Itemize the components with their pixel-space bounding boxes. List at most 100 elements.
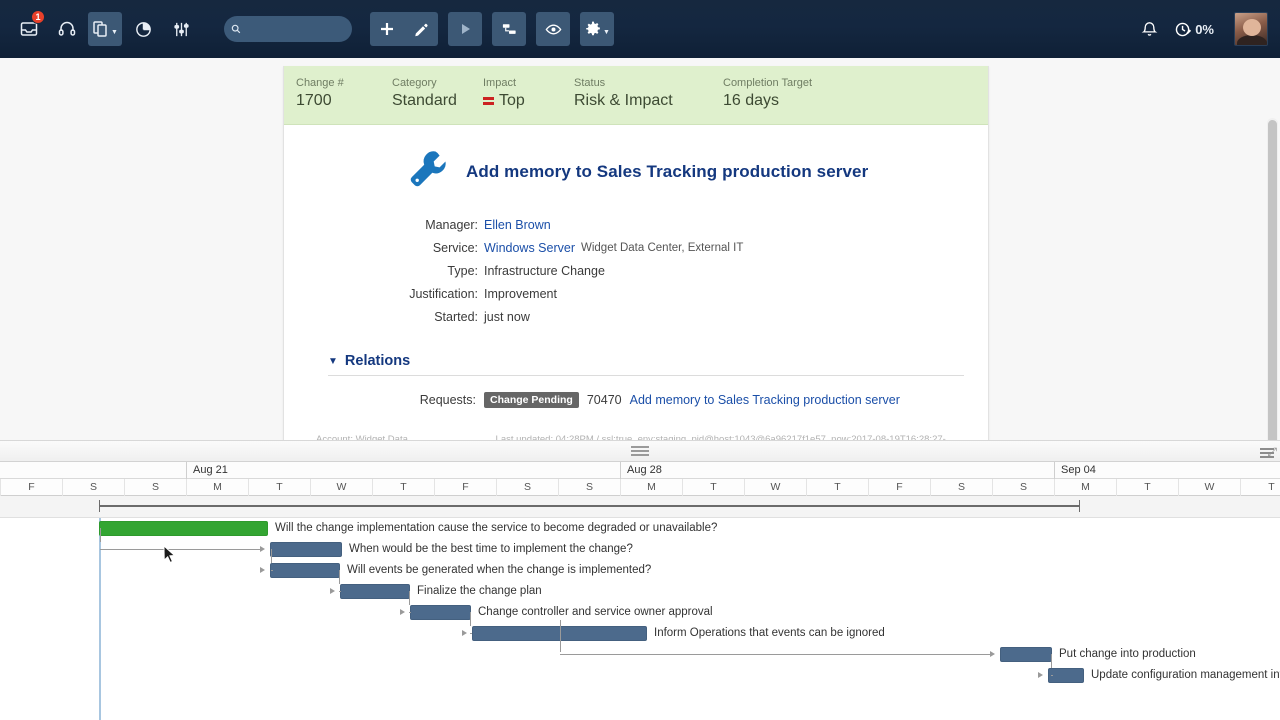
gantt-day-label: F: [434, 479, 496, 496]
notifications-bell-icon[interactable]: [1132, 12, 1166, 46]
dependency-arrow-icon: [400, 609, 405, 615]
search-box[interactable]: [224, 16, 352, 42]
chip-label: Status: [574, 77, 606, 89]
play-button[interactable]: [448, 12, 482, 46]
field-label: Type:: [447, 264, 478, 278]
gantt-task-label: Finalize the change plan: [417, 585, 542, 597]
relations-section-header[interactable]: ▼ Relations: [328, 353, 964, 376]
resize-diagonal-icon[interactable]: ⤢: [1267, 445, 1277, 460]
gantt-day-label: W: [744, 479, 806, 496]
relation-id[interactable]: 70470: [587, 393, 622, 407]
workflow-icon[interactable]: [492, 12, 526, 46]
dependency-line: [100, 549, 260, 550]
dependency-line: [339, 591, 341, 592]
pie-chart-icon[interactable]: [126, 12, 160, 46]
dependency-line: [271, 549, 272, 563]
dependency-line: [271, 570, 273, 571]
gantt-task-label: Will the change implementation cause the…: [275, 522, 718, 534]
dependency-arrow-icon: [462, 630, 467, 636]
field-value-started: just now: [484, 310, 530, 324]
add-button[interactable]: [370, 12, 404, 46]
chip-value: Standard: [392, 92, 457, 109]
gantt-day-label: T: [806, 479, 868, 496]
summary-field-change-number: Change # 1700: [296, 76, 386, 112]
headset-icon[interactable]: [50, 12, 84, 46]
gantt-day-label: S: [124, 479, 186, 496]
sliders-icon[interactable]: [164, 12, 198, 46]
gantt-day-label: S: [62, 479, 124, 496]
gantt-task-label: Inform Operations that events can be ign…: [654, 627, 885, 639]
field-row-manager: Manager: Ellen Brown: [308, 214, 964, 237]
dependency-arrow-icon: [330, 588, 335, 594]
gantt-week-label: Sep 04: [1054, 462, 1280, 479]
gantt-task-bar[interactable]: [410, 605, 471, 620]
field-row-service: Service: Windows Server Widget Data Cent…: [308, 237, 964, 260]
chip-value: Top: [483, 90, 568, 112]
gantt-task-bar[interactable]: [1000, 647, 1052, 662]
avatar[interactable]: [1234, 12, 1268, 46]
gantt-task-bar[interactable]: [270, 542, 342, 557]
field-label: Service:: [432, 241, 478, 255]
relation-label: Requests:: [419, 393, 476, 407]
gantt-chart-area: Will the change implementation cause the…: [0, 496, 1280, 720]
top-toolbar: 1 ▼ ▼ 0%: [0, 0, 1280, 58]
dependency-line: [409, 591, 410, 605]
gantt-day-label: T: [682, 479, 744, 496]
summary-field-impact: Impact Top: [483, 76, 568, 112]
vertical-scrollbar[interactable]: [1267, 118, 1278, 440]
relation-text[interactable]: Add memory to Sales Tracking production …: [630, 393, 900, 407]
scrollbar-thumb[interactable]: [1268, 120, 1277, 440]
inbox-icon[interactable]: 1: [12, 10, 46, 46]
eye-icon[interactable]: [536, 12, 570, 46]
gantt-chart: Aug 21 Aug 28 Sep 04 FSSMTWTFSSMTWTFSSMTWT…: [0, 462, 1280, 720]
chevron-down-icon: ▼: [111, 28, 118, 36]
gantt-task-row: When would be the best time to implement…: [0, 528, 1280, 560]
gear-icon[interactable]: ▼: [580, 12, 614, 46]
field-label: Started:: [434, 310, 478, 324]
gantt-task-label: Put change into production: [1059, 648, 1196, 660]
summary-field-completion-target: Completion Target 16 days: [723, 76, 812, 112]
gantt-task-label: Change controller and service owner appr…: [478, 606, 713, 618]
panel-splitter[interactable]: [0, 440, 1280, 462]
gantt-task-label: When would be the best time to implement…: [349, 543, 633, 555]
search-input[interactable]: [245, 23, 345, 35]
gantt-task-bar[interactable]: [340, 584, 410, 599]
dependency-line: [339, 570, 340, 584]
field-value-type: Infrastructure Change: [484, 264, 605, 278]
gantt-task-row: Will the change implementation cause the…: [0, 518, 1280, 539]
gantt-day-label: S: [930, 479, 992, 496]
copy-documents-icon[interactable]: ▼: [88, 12, 122, 46]
chip-label: Impact: [483, 77, 517, 89]
gantt-task-bar[interactable]: [99, 521, 268, 536]
gantt-task-bar[interactable]: [270, 563, 340, 578]
gantt-task-label: Update configuration management infor: [1091, 669, 1280, 681]
gantt-task-row: Inform Operations that events can be ign…: [0, 612, 1280, 644]
dependency-line: [1051, 654, 1052, 668]
field-label: Justification:: [409, 287, 478, 301]
chip-label: Change #: [296, 77, 344, 89]
field-value-justification: Improvement: [484, 287, 557, 301]
field-value-service[interactable]: Windows Server: [484, 237, 575, 260]
project-span-bar: [99, 500, 1080, 512]
chevron-down-icon: ▼: [603, 28, 610, 36]
record-fields: Manager: Ellen Brown Service: Windows Se…: [308, 214, 964, 329]
clock-pencil-icon: [1175, 22, 1192, 36]
gantt-task-row: Will events be generated when the change…: [0, 549, 1280, 581]
view-group: [536, 12, 570, 46]
field-label: Manager:: [425, 218, 478, 232]
dependency-line: [470, 612, 471, 626]
search-icon: [231, 24, 241, 34]
dependency-line: [100, 528, 101, 542]
field-value-manager[interactable]: Ellen Brown: [484, 214, 551, 237]
gantt-day-label: W: [1178, 479, 1240, 496]
settings-group: ▼: [580, 12, 614, 46]
dependency-line: [1051, 675, 1053, 676]
edit-pencil-icon[interactable]: [404, 12, 438, 46]
time-progress-indicator[interactable]: 0%: [1170, 12, 1218, 46]
gantt-task-bar[interactable]: [1048, 668, 1084, 683]
dependency-arrow-icon: [1038, 672, 1043, 678]
drag-handle-icon[interactable]: [631, 444, 649, 458]
relations-title: Relations: [344, 353, 411, 369]
toolbar-left-icons: 1 ▼: [12, 10, 202, 46]
summary-chip-bar: Change # 1700 Category Standard Impact T…: [284, 66, 988, 125]
